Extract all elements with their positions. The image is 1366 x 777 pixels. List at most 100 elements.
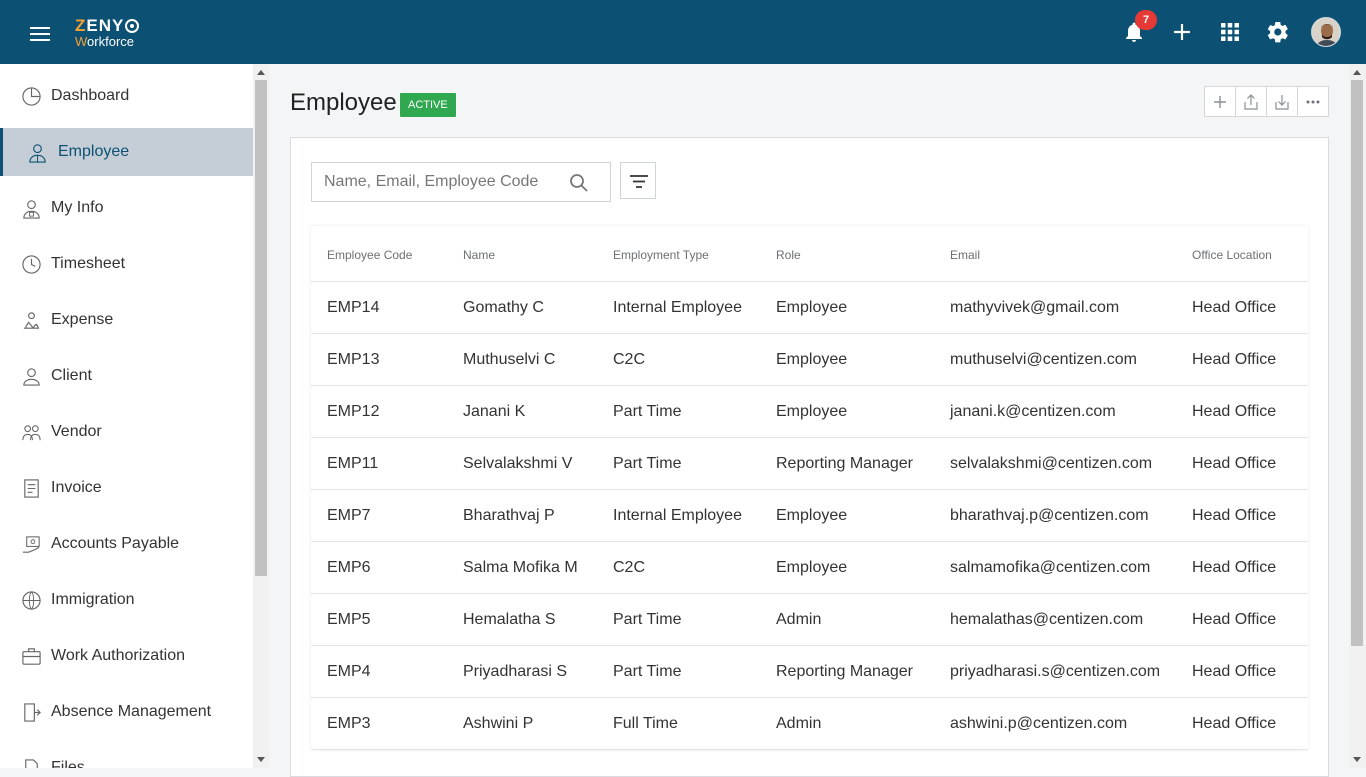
- cell-employment-type: Part Time: [613, 403, 682, 420]
- sidebar-item-label: Employee: [58, 143, 130, 160]
- column-header-employment-type[interactable]: Employment Type: [613, 248, 709, 262]
- cell-employment-type: Part Time: [613, 455, 682, 472]
- scrollbar-thumb[interactable]: [255, 80, 267, 576]
- more-horizontal-icon: [1306, 100, 1320, 103]
- table-row[interactable]: EMP6 Salma Mofika M C2C Employee salmamo…: [311, 542, 1308, 594]
- sidebar-item-employee[interactable]: Employee: [0, 128, 253, 176]
- cell-employee-code: EMP3: [327, 715, 371, 732]
- scroll-down-arrow-icon[interactable]: [257, 757, 265, 762]
- cell-office-location: Head Office: [1192, 299, 1277, 316]
- cell-employee-code: EMP14: [327, 299, 380, 316]
- more-options-button[interactable]: [1298, 87, 1328, 116]
- cell-employment-type: Full Time: [613, 715, 678, 732]
- sidebar-item-client[interactable]: Client: [0, 352, 253, 400]
- cell-role: Reporting Manager: [776, 455, 913, 472]
- sidebar-item-label: Immigration: [51, 591, 135, 608]
- app-logo[interactable]: Z ENY Workforce: [75, 17, 140, 48]
- cell-role: Admin: [776, 611, 822, 628]
- sidebar-item-invoice[interactable]: Invoice: [0, 464, 253, 512]
- cell-role: Employee: [776, 559, 848, 576]
- sidebar-scrollbar[interactable]: [253, 64, 269, 768]
- sidebar-item-my-info[interactable]: My Info: [0, 184, 253, 232]
- table-row[interactable]: EMP4 Priyadharasi S Part Time Reporting …: [311, 646, 1308, 698]
- add-employee-button[interactable]: [1205, 87, 1236, 116]
- cell-office-location: Head Office: [1192, 611, 1277, 628]
- cell-employment-type: C2C: [613, 351, 646, 368]
- menu-icon[interactable]: [30, 27, 50, 41]
- export-button[interactable]: [1236, 87, 1267, 116]
- cell-email: salmamofika@centizen.com: [950, 559, 1151, 576]
- search-input[interactable]: [312, 163, 562, 201]
- sidebar-item-work-authorization[interactable]: Work Authorization: [0, 632, 253, 680]
- invoice-icon: [24, 478, 39, 498]
- apps-grid-icon[interactable]: [1218, 20, 1242, 44]
- sidebar-item-label: Client: [51, 367, 92, 384]
- top-bar: Z ENY Workforce 7: [0, 0, 1366, 64]
- work-authorization-icon: [22, 647, 41, 665]
- my-info-icon: [23, 199, 40, 219]
- table-row[interactable]: EMP14 Gomathy C Internal Employee Employ…: [311, 282, 1308, 334]
- cell-office-location: Head Office: [1192, 403, 1277, 420]
- sidebar-item-timesheet[interactable]: Timesheet: [0, 240, 253, 288]
- cell-employment-type: Internal Employee: [613, 299, 742, 316]
- cell-employee-code: EMP11: [327, 455, 379, 472]
- cell-email: janani.k@centizen.com: [950, 403, 1116, 420]
- filter-icon: [630, 175, 648, 188]
- cell-employee-code: EMP7: [327, 507, 371, 524]
- sidebar-item-absence-management[interactable]: Absence Management: [0, 688, 253, 736]
- sidebar-item-label: Invoice: [51, 479, 102, 496]
- user-avatar[interactable]: [1311, 17, 1341, 47]
- sidebar-item-label: Vendor: [51, 423, 102, 440]
- column-header-email[interactable]: Email: [950, 248, 980, 262]
- notification-badge: 7: [1135, 10, 1157, 30]
- sidebar-item-dashboard[interactable]: Dashboard: [0, 72, 253, 120]
- cell-role: Employee: [776, 403, 848, 420]
- sidebar-item-accounts-payable[interactable]: Accounts Payable: [0, 520, 253, 568]
- sidebar-item-expense[interactable]: Expense: [0, 296, 253, 344]
- scroll-up-arrow-icon[interactable]: [257, 70, 265, 75]
- sidebar-item-vendor[interactable]: Vendor: [0, 408, 253, 456]
- cell-employee-code: EMP5: [327, 611, 371, 628]
- scroll-down-arrow-icon[interactable]: [1353, 757, 1361, 762]
- immigration-icon: [22, 590, 41, 610]
- column-header-office-location[interactable]: Office Location: [1192, 248, 1272, 262]
- cell-office-location: Head Office: [1192, 455, 1277, 472]
- table-row[interactable]: EMP12 Janani K Part Time Employee janani…: [311, 386, 1308, 438]
- column-header-name[interactable]: Name: [463, 248, 495, 262]
- settings-gear-icon[interactable]: [1266, 20, 1290, 44]
- cell-role: Admin: [776, 715, 822, 732]
- cell-role: Reporting Manager: [776, 663, 913, 680]
- cell-name: Selvalakshmi V: [463, 455, 573, 472]
- main-scrollbar[interactable]: [1349, 64, 1366, 768]
- table-header: Employee Code Name Employment Type Role …: [311, 226, 1308, 282]
- import-button[interactable]: [1267, 87, 1298, 116]
- cell-employment-type: C2C: [613, 559, 646, 576]
- column-header-employee-code[interactable]: Employee Code: [327, 248, 412, 262]
- sidebar-item-label: Absence Management: [51, 703, 212, 720]
- cell-office-location: Head Office: [1192, 351, 1277, 368]
- search-icon[interactable]: [569, 173, 589, 193]
- sidebar-item-label: Timesheet: [51, 255, 126, 272]
- cell-employment-type: Part Time: [613, 611, 682, 628]
- cell-employee-code: EMP6: [327, 559, 371, 576]
- column-header-role[interactable]: Role: [776, 248, 801, 262]
- table-row[interactable]: EMP11 Selvalakshmi V Part Time Reporting…: [311, 438, 1308, 490]
- add-icon[interactable]: [1170, 20, 1194, 44]
- scroll-up-arrow-icon[interactable]: [1353, 70, 1361, 75]
- table-row[interactable]: EMP5 Hemalatha S Part Time Admin hemalat…: [311, 594, 1308, 646]
- cell-office-location: Head Office: [1192, 715, 1277, 732]
- scrollbar-thumb[interactable]: [1351, 80, 1363, 646]
- filter-button[interactable]: [620, 162, 656, 199]
- sidebar-item-files[interactable]: Files: [0, 744, 253, 768]
- cell-office-location: Head Office: [1192, 507, 1277, 524]
- cell-email: muthuselvi@centizen.com: [950, 351, 1137, 368]
- cell-employee-code: EMP13: [327, 351, 380, 368]
- table-row[interactable]: EMP13 Muthuselvi C C2C Employee muthusel…: [311, 334, 1308, 386]
- cell-role: Employee: [776, 351, 848, 368]
- sidebar-item-immigration[interactable]: Immigration: [0, 576, 253, 624]
- table-row[interactable]: EMP7 Bharathvaj P Internal Employee Empl…: [311, 490, 1308, 542]
- cell-name: Ashwini P: [463, 715, 534, 732]
- status-badge[interactable]: ACTIVE: [400, 93, 456, 117]
- table-row[interactable]: EMP3 Ashwini P Full Time Admin ashwini.p…: [311, 698, 1308, 750]
- cell-name: Muthuselvi C: [463, 351, 556, 368]
